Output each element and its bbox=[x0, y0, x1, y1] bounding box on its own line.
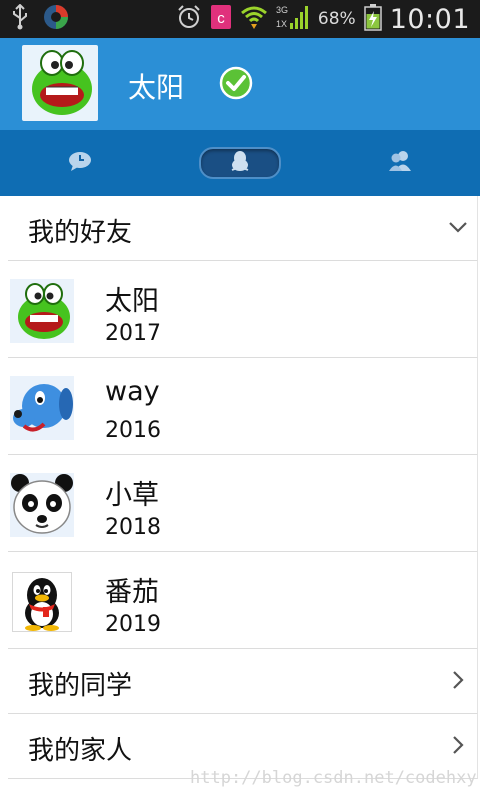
chevron-right-icon bbox=[447, 734, 469, 756]
status-bar: c 3G 1X 68% 10:01 bbox=[0, 0, 480, 38]
watermark: http://blog.csdn.net/codehxy bbox=[190, 768, 477, 788]
friend-name: 小草 bbox=[105, 480, 159, 511]
friend-row[interactable]: 太阳 2017 bbox=[8, 261, 478, 358]
tab-bar bbox=[0, 130, 480, 196]
contact-list: 我的好友 太阳 2017 way 2016 小草 2018 番茄 2019 我的… bbox=[0, 196, 480, 779]
penguin-avatar bbox=[12, 572, 72, 632]
svg-text:c: c bbox=[217, 10, 225, 27]
battery-percent: 68% bbox=[317, 9, 356, 29]
battery-charging-icon bbox=[363, 3, 382, 35]
signal-icon: 3G 1X bbox=[276, 3, 310, 35]
chevron-right-icon bbox=[447, 669, 469, 691]
usb-icon bbox=[10, 3, 30, 34]
tab-groups[interactable] bbox=[320, 130, 480, 196]
friend-name: 太阳 bbox=[105, 286, 159, 317]
status-bar-right: c 3G 1X 68% 10:01 bbox=[176, 2, 470, 36]
chevron-down-icon bbox=[447, 216, 469, 238]
header-username: 太阳 bbox=[128, 71, 185, 104]
green-frog-avatar bbox=[10, 279, 74, 343]
group-label: 我的家人 bbox=[28, 736, 133, 766]
network-label-1x: 1X bbox=[276, 19, 287, 29]
friend-signature: 2019 bbox=[105, 612, 161, 637]
group-my-friends[interactable]: 我的好友 bbox=[8, 196, 478, 261]
friend-row[interactable]: way 2016 bbox=[8, 358, 478, 455]
tab-contacts[interactable] bbox=[160, 130, 320, 196]
friend-name: way bbox=[105, 376, 160, 407]
tab-contacts-selected-pill bbox=[199, 147, 281, 179]
app-c-icon: c bbox=[210, 4, 232, 34]
profile-header: 太阳 bbox=[0, 38, 480, 130]
network-label-3g: 3G bbox=[276, 5, 288, 15]
penguin-icon bbox=[230, 150, 250, 176]
group-my-classmates[interactable]: 我的同学 bbox=[8, 649, 478, 714]
friend-name: 番茄 bbox=[105, 577, 159, 608]
clock: 10:01 bbox=[389, 3, 470, 35]
group-label: 我的好友 bbox=[28, 218, 133, 248]
online-check-icon bbox=[219, 66, 253, 100]
user-avatar[interactable] bbox=[22, 45, 98, 121]
group-label: 我的同学 bbox=[28, 671, 133, 701]
panda-avatar bbox=[10, 473, 74, 537]
friend-row[interactable]: 小草 2018 bbox=[8, 455, 478, 552]
chat-bubble-icon bbox=[67, 150, 93, 176]
alarm-icon bbox=[176, 4, 202, 34]
tab-messages[interactable] bbox=[0, 130, 160, 196]
blue-dog-avatar bbox=[10, 376, 74, 440]
status-bar-left bbox=[10, 3, 70, 35]
friend-signature: 2017 bbox=[105, 321, 161, 346]
people-icon bbox=[387, 150, 413, 176]
friend-row[interactable]: 番茄 2019 bbox=[8, 552, 478, 649]
app-screen: c 3G 1X 68% 10:01 太阳 我的好友 太阳 2017 way 20… bbox=[0, 0, 480, 800]
app-icon bbox=[42, 3, 70, 35]
friend-signature: 2018 bbox=[105, 515, 161, 540]
friend-signature: 2016 bbox=[105, 418, 161, 443]
wifi-icon bbox=[240, 4, 268, 34]
